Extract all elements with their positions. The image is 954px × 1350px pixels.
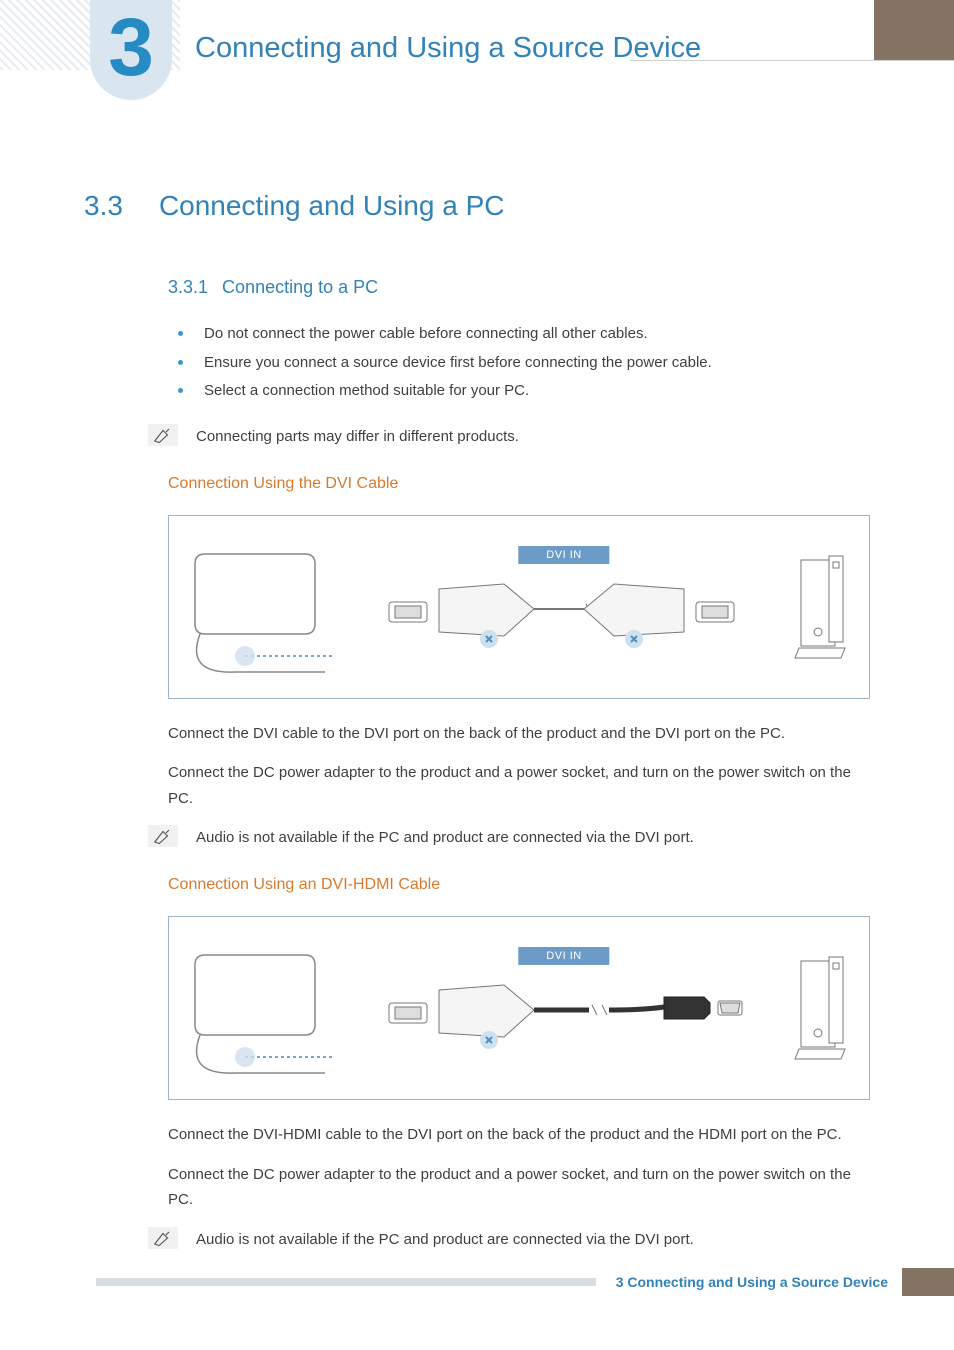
dvi-heading: Connection Using the DVI Cable xyxy=(168,475,870,493)
note-row: Audio is not available if the PC and pro… xyxy=(148,1227,870,1252)
page-content: 3.3 Connecting and Using a PC 3.3.1 Conn… xyxy=(84,190,870,1278)
pc-tower-illustration xyxy=(793,554,853,664)
section-number: 3.3 xyxy=(84,190,123,222)
bullet-item: Ensure you connect a source device first… xyxy=(178,349,870,378)
note-row: Audio is not available if the PC and pro… xyxy=(148,825,870,850)
bullet-list: Do not connect the power cable before co… xyxy=(168,320,870,406)
dvi-hdmi-para-1: Connect the DVI-HDMI cable to the DVI po… xyxy=(168,1122,870,1148)
cable-illustration: DVI IN xyxy=(335,554,793,664)
note-icon xyxy=(148,1227,178,1249)
note-text: Audio is not available if the PC and pro… xyxy=(196,1227,694,1252)
dvi-hdmi-para-2: Connect the DC power adapter to the prod… xyxy=(168,1162,870,1213)
bullet-item: Select a connection method suitable for … xyxy=(178,377,870,406)
chapter-badge: 3 xyxy=(90,0,172,100)
note-text: Audio is not available if the PC and pro… xyxy=(196,825,694,850)
note-text: Connecting parts may differ in different… xyxy=(196,424,519,449)
chapter-number: 3 xyxy=(108,7,154,89)
chapter-title: Connecting and Using a Source Device xyxy=(195,32,701,65)
footer-chapter-label: 3 Connecting and Using a Source Device xyxy=(596,1274,902,1290)
port-label: DVI IN xyxy=(518,546,609,564)
section-title: Connecting and Using a PC xyxy=(159,190,505,222)
note-row: Connecting parts may differ in different… xyxy=(148,424,870,449)
note-icon xyxy=(148,424,178,446)
dvi-para-2: Connect the DC power adapter to the prod… xyxy=(168,760,870,811)
port-label: DVI IN xyxy=(518,947,609,965)
pc-tower-illustration xyxy=(793,955,853,1065)
section-heading: 3.3 Connecting and Using a PC xyxy=(84,190,870,222)
dvi-para-1: Connect the DVI cable to the DVI port on… xyxy=(168,721,870,747)
monitor-illustration xyxy=(185,544,335,674)
note-icon xyxy=(148,825,178,847)
subsection-heading: 3.3.1 Connecting to a PC xyxy=(168,277,870,298)
footer-page-block xyxy=(902,1268,954,1296)
dvi-hdmi-heading: Connection Using an DVI-HDMI Cable xyxy=(168,876,870,894)
footer-bar xyxy=(96,1278,596,1286)
subsection: 3.3.1 Connecting to a PC Do not connect … xyxy=(168,277,870,1252)
monitor-illustration xyxy=(185,945,335,1075)
dvi-diagram: DVI IN xyxy=(168,515,870,699)
cable-illustration: DVI IN xyxy=(335,955,793,1065)
subsection-number: 3.3.1 xyxy=(168,277,208,298)
dvi-hdmi-diagram: DVI IN xyxy=(168,916,870,1100)
bullet-item: Do not connect the power cable before co… xyxy=(178,320,870,349)
header-accent-block xyxy=(874,0,954,60)
subsection-title: Connecting to a PC xyxy=(222,277,378,298)
page-footer: 3 Connecting and Using a Source Device xyxy=(0,1268,954,1296)
